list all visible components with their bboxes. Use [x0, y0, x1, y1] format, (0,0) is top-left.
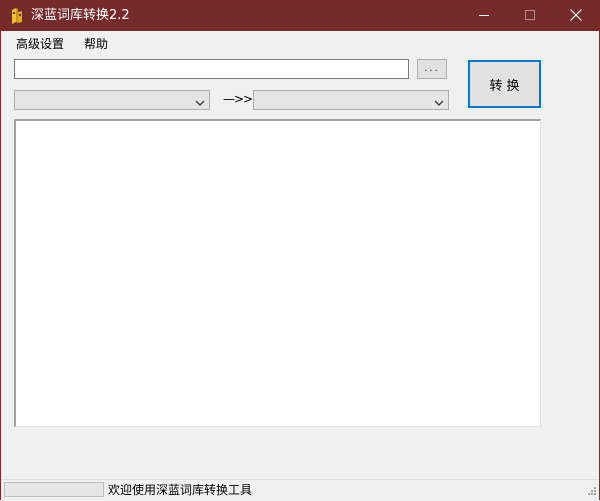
convert-button[interactable]: 转换: [468, 60, 541, 108]
menu-advanced-settings[interactable]: 高级设置: [16, 37, 64, 51]
minimize-icon: [479, 9, 489, 23]
menu-bar: 高级设置 帮助: [1, 31, 599, 56]
resize-grip-icon[interactable]: [585, 486, 597, 498]
target-format-select[interactable]: [253, 90, 449, 110]
output-textarea[interactable]: [14, 119, 541, 427]
app-icon: [10, 8, 24, 24]
window-title: 深蓝词库转换2.2: [31, 8, 130, 23]
main-window: 深蓝词库转换2.2 高级设置 帮助 ... —>> 转换 欢迎使用深蓝词库转换工…: [0, 0, 600, 500]
chevron-down-icon: [195, 96, 205, 106]
maximize-button[interactable]: [507, 1, 553, 31]
status-bar: 欢迎使用深蓝词库转换工具: [1, 479, 599, 500]
maximize-icon: [525, 9, 535, 23]
menu-help[interactable]: 帮助: [84, 37, 108, 51]
close-button[interactable]: [553, 1, 599, 31]
chevron-down-icon: [434, 96, 444, 106]
status-progress-bar: [4, 482, 104, 497]
close-icon: [570, 8, 582, 24]
file-path-input[interactable]: [14, 59, 409, 79]
minimize-button[interactable]: [461, 1, 507, 31]
source-format-select[interactable]: [14, 90, 210, 110]
browse-button[interactable]: ...: [417, 59, 447, 79]
status-message: 欢迎使用深蓝词库转换工具: [108, 483, 253, 497]
title-bar[interactable]: 深蓝词库转换2.2: [1, 1, 599, 31]
conversion-arrow-label: —>>: [223, 92, 253, 106]
